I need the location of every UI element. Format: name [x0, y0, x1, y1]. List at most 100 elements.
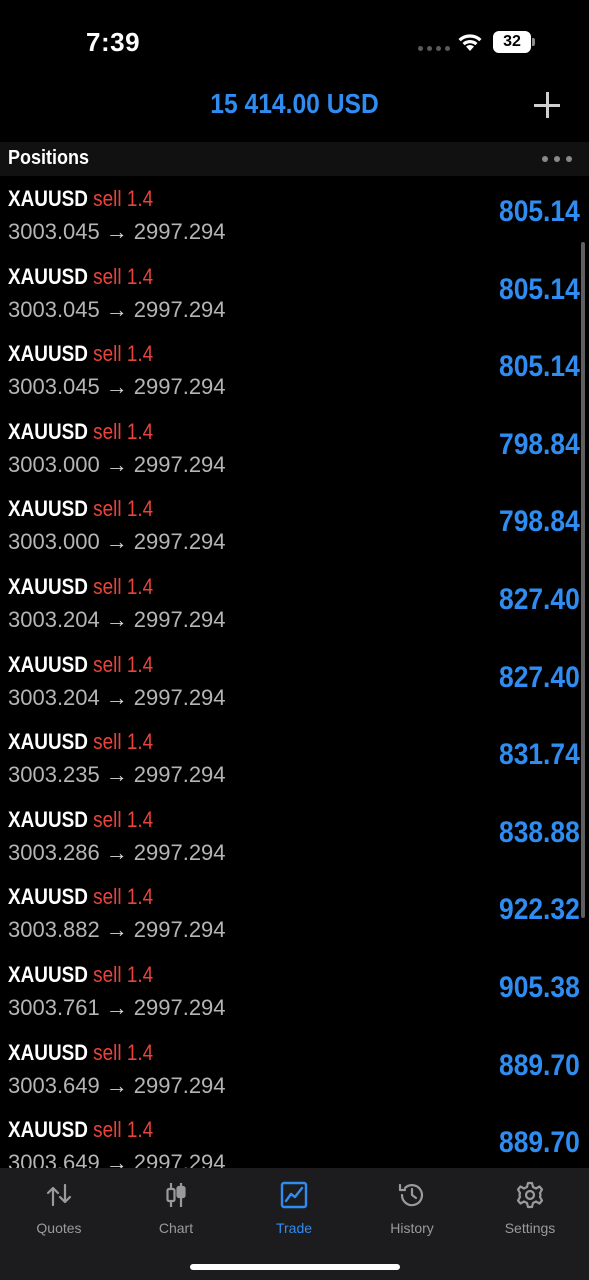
position-symbol: XAUUSD [8, 729, 88, 755]
open-price: 3003.761 [8, 994, 100, 1020]
tab-label: History [390, 1220, 434, 1236]
current-price: 2997.294 [133, 606, 226, 632]
position-volume: 1.4 [126, 573, 154, 599]
position-title: XAUUSD sell 1.4 [8, 496, 153, 522]
position-row[interactable]: XAUUSD sell 1.4 3003.204 → 2997.294 827.40 [0, 564, 589, 642]
tab-trade[interactable]: Trade [235, 1180, 353, 1240]
position-row[interactable]: XAUUSD sell 1.4 3003.286 → 2997.294 838.88 [0, 797, 589, 875]
current-price: 2997.294 [133, 219, 226, 244]
position-prices: 3003.235 → 2997.294 [8, 762, 226, 788]
arrow-right-icon: → [105, 1072, 128, 1098]
battery-level: 32 [493, 31, 531, 53]
section-title: Positions [8, 147, 90, 169]
position-side: sell [93, 573, 122, 599]
position-title: XAUUSD sell 1.4 [8, 1117, 153, 1143]
position-prices: 3003.000 → 2997.294 [8, 452, 226, 478]
position-title: XAUUSD sell 1.4 [8, 341, 153, 367]
position-symbol: XAUUSD [8, 496, 88, 522]
position-volume: 1.4 [126, 341, 154, 367]
current-price: 2997.294 [133, 994, 226, 1020]
position-prices: 3003.204 → 2997.294 [8, 607, 226, 633]
position-prices: 3003.761 → 2997.294 [8, 995, 226, 1021]
position-row[interactable]: XAUUSD sell 1.4 3003.761 → 2997.294 905.38 [0, 952, 589, 1030]
position-profit: 827.40 [499, 582, 580, 616]
tab-settings[interactable]: Settings [471, 1180, 589, 1240]
position-profit: 805.14 [499, 350, 580, 384]
position-title: XAUUSD sell 1.4 [8, 186, 153, 212]
arrow-right-icon: → [105, 529, 128, 555]
tab-history[interactable]: History [353, 1180, 471, 1240]
position-title: XAUUSD sell 1.4 [8, 962, 153, 988]
position-volume: 1.4 [126, 418, 154, 444]
position-row[interactable]: XAUUSD sell 1.4 3003.649 → 2997.294 889.70 [0, 1030, 589, 1108]
positions-list[interactable]: XAUUSD sell 1.4 3003.045 → 2997.294 805.14 XA… [0, 176, 589, 1168]
position-title: XAUUSD sell 1.4 [8, 884, 153, 910]
position-side: sell [93, 496, 122, 522]
position-symbol: XAUUSD [8, 651, 88, 677]
position-row[interactable]: XAUUSD sell 1.4 3003.882 → 2997.294 922.32 [0, 874, 589, 952]
position-row[interactable]: XAUUSD sell 1.4 3003.000 → 2997.294 798.84 [0, 486, 589, 564]
open-price: 3003.649 [8, 1150, 100, 1168]
battery-icon: 32 [493, 31, 535, 53]
arrow-right-icon: → [105, 606, 128, 632]
position-symbol: XAUUSD [8, 1117, 88, 1143]
current-price: 2997.294 [133, 839, 226, 865]
plus-icon[interactable] [530, 88, 564, 122]
position-row[interactable]: XAUUSD sell 1.4 3003.045 → 2997.294 805.14 [0, 176, 589, 254]
arrow-right-icon: → [105, 296, 128, 322]
position-side: sell [93, 186, 122, 211]
scrollbar[interactable] [581, 242, 585, 918]
position-prices: 3003.045 → 2997.294 [8, 297, 226, 323]
position-prices: 3003.045 → 2997.294 [8, 374, 226, 400]
position-prices: 3003.649 → 2997.294 [8, 1073, 226, 1099]
position-title: XAUUSD sell 1.4 [8, 264, 153, 290]
position-volume: 1.4 [126, 806, 154, 832]
position-side: sell [93, 961, 122, 987]
history-clock-icon [398, 1183, 424, 1207]
account-balance: 15 414.00 USD [210, 88, 379, 119]
position-profit: 889.70 [499, 1048, 580, 1082]
current-price: 2997.294 [133, 917, 226, 943]
position-volume: 1.4 [126, 651, 154, 677]
tab-label: Quotes [36, 1220, 82, 1236]
position-row[interactable]: XAUUSD sell 1.4 3003.649 → 2997.294 889.70 [0, 1107, 589, 1168]
position-symbol: XAUUSD [8, 884, 88, 910]
current-price: 2997.294 [133, 296, 226, 322]
status-bar: 7:39 32 [0, 0, 589, 80]
position-profit: 831.74 [499, 738, 580, 772]
tab-quotes[interactable]: Quotes [0, 1180, 118, 1240]
position-row[interactable]: XAUUSD sell 1.4 3003.204 → 2997.294 827.40 [0, 642, 589, 720]
arrow-right-icon: → [105, 1150, 128, 1168]
position-side: sell [93, 418, 122, 444]
position-row[interactable]: XAUUSD sell 1.4 3003.000 → 2997.294 798.84 [0, 409, 589, 487]
position-prices: 3003.204 → 2997.294 [8, 685, 226, 711]
ellipsis-icon[interactable] [542, 156, 572, 162]
position-symbol: XAUUSD [8, 186, 88, 211]
position-side: sell [93, 263, 122, 289]
trade-chart-icon [280, 1181, 308, 1209]
tab-chart[interactable]: Chart [117, 1180, 235, 1240]
current-price: 2997.294 [133, 684, 226, 710]
open-price: 3003.000 [8, 451, 100, 477]
current-price: 2997.294 [133, 1150, 226, 1168]
arrow-right-icon: → [105, 219, 128, 244]
open-price: 3003.204 [8, 684, 100, 710]
position-side: sell [93, 341, 122, 367]
current-price: 2997.294 [133, 529, 226, 555]
position-side: sell [93, 1117, 122, 1143]
position-row[interactable]: XAUUSD sell 1.4 3003.045 → 2997.294 805.14 [0, 331, 589, 409]
arrow-right-icon: → [105, 839, 128, 865]
position-row[interactable]: XAUUSD sell 1.4 3003.235 → 2997.294 831.74 [0, 719, 589, 797]
arrow-right-icon: → [105, 917, 128, 943]
home-indicator[interactable] [190, 1264, 400, 1270]
position-symbol: XAUUSD [8, 418, 88, 444]
position-row[interactable]: XAUUSD sell 1.4 3003.045 → 2997.294 805.14 [0, 254, 589, 332]
position-side: sell [93, 884, 122, 910]
open-price: 3003.649 [8, 1072, 100, 1098]
open-price: 3003.045 [8, 296, 100, 322]
arrow-right-icon: → [105, 374, 128, 400]
position-prices: 3003.649 → 2997.294 [8, 1150, 226, 1168]
position-side: sell [93, 806, 122, 832]
position-prices: 3003.045 → 2997.294 [8, 219, 226, 245]
position-side: sell [93, 1039, 122, 1065]
